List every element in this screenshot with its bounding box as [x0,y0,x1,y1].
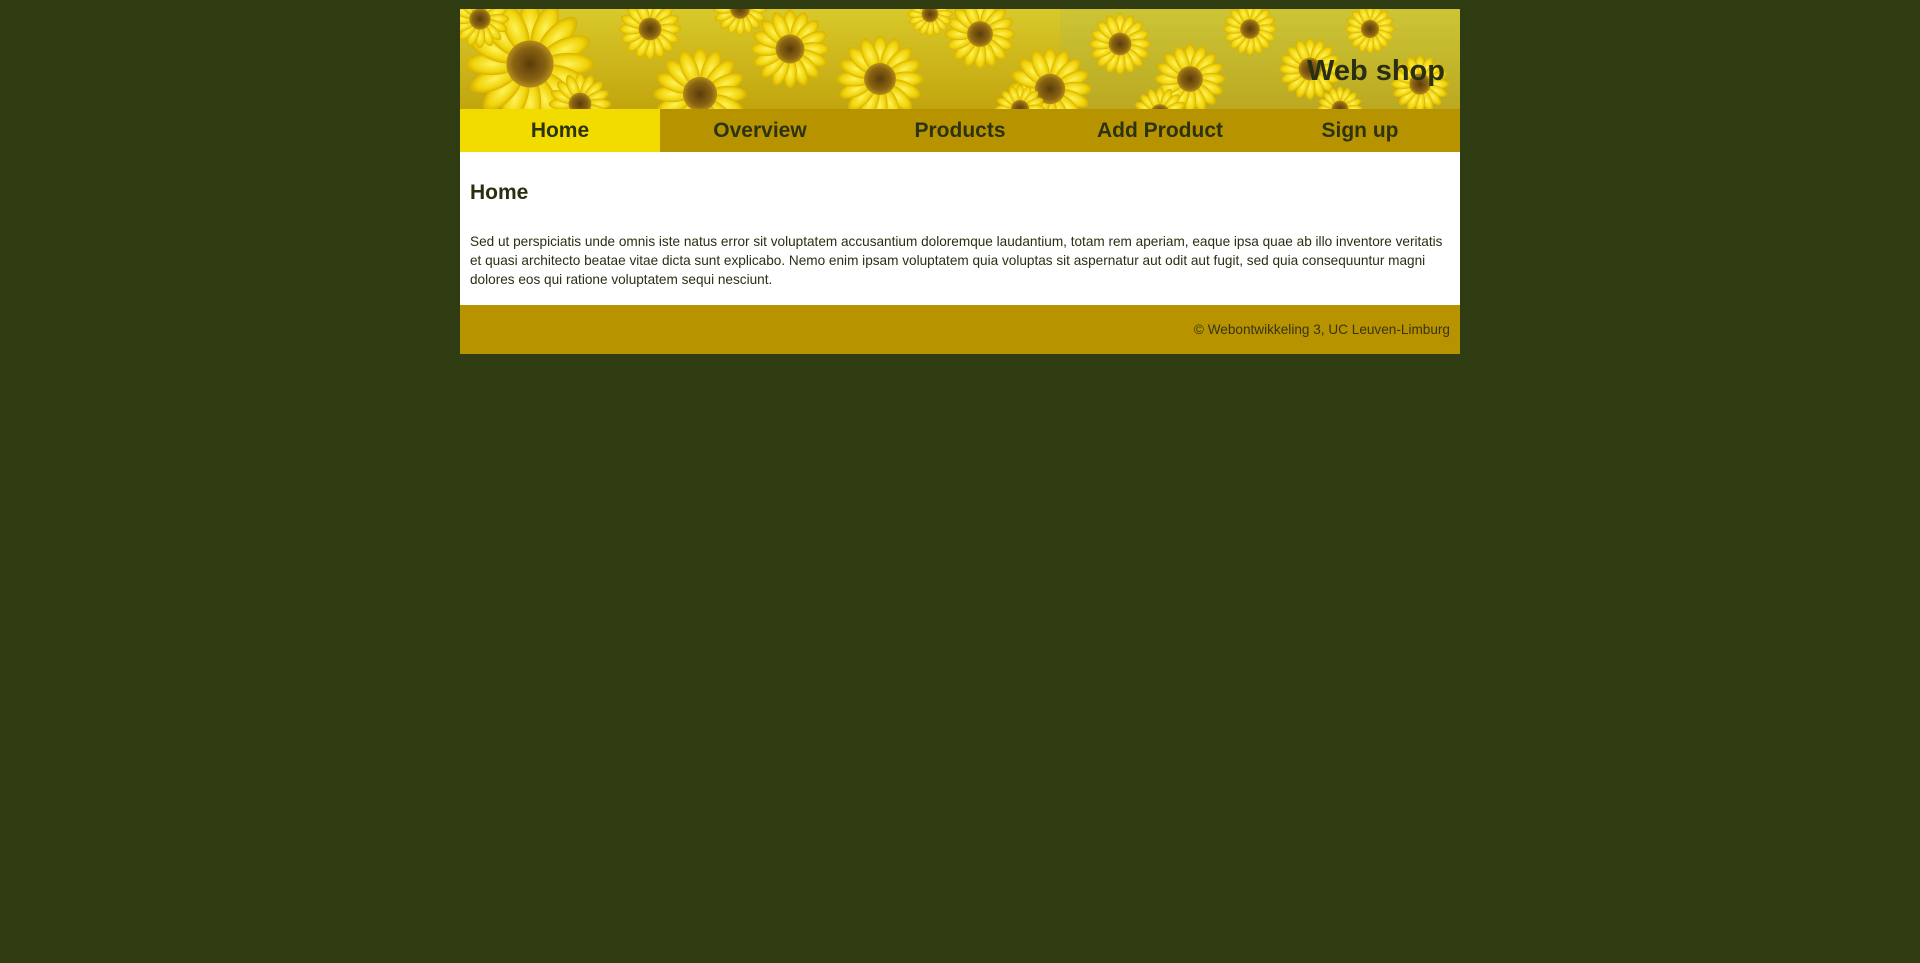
main-content: Home Sed ut perspiciatis unde omnis iste… [460,152,1460,305]
nav-item-products[interactable]: Products [860,109,1060,152]
nav-item-sign-up[interactable]: Sign up [1260,109,1460,152]
nav-item-overview[interactable]: Overview [660,109,860,152]
nav-item-home[interactable]: Home [460,109,660,152]
main-navigation: Home Overview Products Add Product Sign … [460,109,1460,152]
sunflower-shape [1088,12,1152,76]
intro-paragraph: Sed ut perspiciatis unde omnis iste natu… [470,234,1443,287]
header-banner: Web shop [460,9,1460,109]
page-footer: © Webontwikkeling 3, UC Leuven-Limburg [460,305,1460,354]
site-title: Web shop [1306,55,1445,87]
page-container: Web shop Home Overview Products Add Prod… [460,9,1460,354]
copyright-text: © Webontwikkeling 3, UC Leuven-Limburg [1193,322,1450,337]
sunflower-shape [750,9,830,89]
page-heading: Home [470,181,529,204]
nav-item-add-product[interactable]: Add Product [1060,109,1260,152]
